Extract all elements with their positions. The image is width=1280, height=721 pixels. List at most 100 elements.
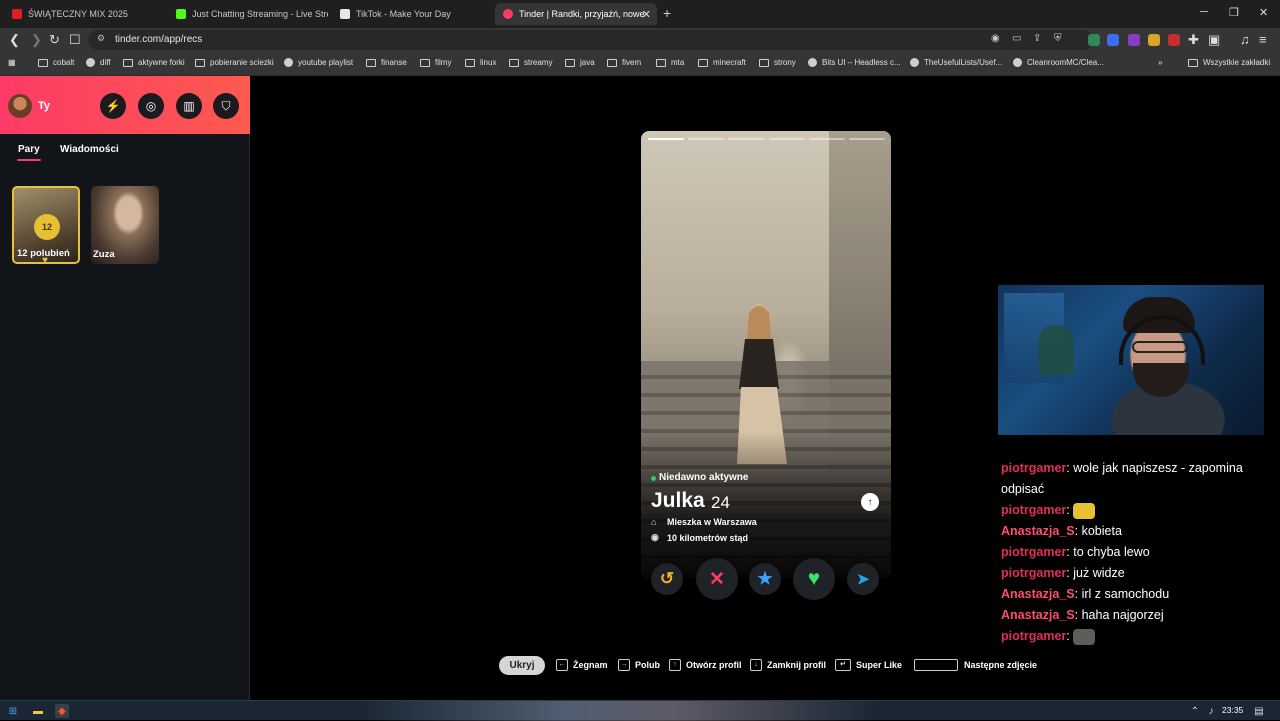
apps-icon[interactable]: ▦ xyxy=(8,58,16,67)
photo-progress-segment[interactable] xyxy=(848,138,886,140)
tray-expand-icon[interactable]: ⌃ xyxy=(1188,704,1202,718)
share-icon[interactable]: ⇪ xyxy=(1033,33,1041,44)
photo-progress-segment[interactable] xyxy=(808,138,845,140)
chat-username[interactable]: piotrgamer xyxy=(1001,503,1066,517)
url-text[interactable]: tinder.com/app/recs xyxy=(115,34,202,45)
forward-icon[interactable]: ❯ xyxy=(31,33,42,47)
bookmarks-overflow[interactable]: » xyxy=(1158,58,1162,67)
tab-messages[interactable]: Wiadomości xyxy=(60,144,119,155)
chat-message: piotrgamer: wole jak napiszesz - zapomin… xyxy=(1001,461,1243,475)
chat-username[interactable]: Anastazja_S xyxy=(1001,587,1075,601)
bookmark-item[interactable]: CleanroomMC/Clea... xyxy=(1013,58,1104,67)
bookmark-folder[interactable]: finanse xyxy=(366,58,407,67)
chat-text: irl z samochodu xyxy=(1081,587,1170,601)
bookmark-folder[interactable]: minecraft xyxy=(698,58,746,67)
shield-icon[interactable]: ⛨ xyxy=(1054,33,1062,44)
boost-button[interactable]: ➤ xyxy=(847,563,879,595)
bookmark-folder[interactable]: filmy xyxy=(420,58,451,67)
new-tab-button[interactable]: + xyxy=(663,5,671,21)
chat-text: to chyba lewo xyxy=(1073,545,1150,559)
media-icon[interactable]: ♫ xyxy=(1240,33,1250,47)
photo-progress-segment[interactable] xyxy=(648,138,685,140)
back-icon[interactable]: ❮ xyxy=(9,33,20,47)
photo-progress-segment[interactable] xyxy=(728,138,765,140)
bookmark-item[interactable]: Bits UI – Headless c... xyxy=(808,58,901,67)
file-explorer-icon[interactable]: ▬ xyxy=(31,704,45,718)
nope-button[interactable]: ✕ xyxy=(696,558,738,600)
profile-link[interactable]: Ty xyxy=(38,100,50,112)
extension-twitch-icon[interactable] xyxy=(1128,34,1140,46)
rewind-button[interactable]: ↺ xyxy=(651,563,683,595)
bookmark-folder[interactable]: linux xyxy=(465,58,496,67)
reload-icon[interactable]: ↻ xyxy=(49,33,60,47)
bookmark-item[interactable]: pobieranie sciezki xyxy=(195,58,274,67)
shortcut-super-like: ↵ Super Like xyxy=(835,659,902,671)
briefcase-icon[interactable]: ▥ xyxy=(176,93,202,119)
hide-shortcuts-button[interactable]: Ukryj xyxy=(499,656,545,675)
bookmark-folder[interactable]: strony xyxy=(759,58,796,67)
browser-tab-strip: ŚWIĄTECZNY MIX 2025 Just Chatting Stream… xyxy=(0,0,1280,28)
photo-progress-segment[interactable] xyxy=(688,138,725,140)
bookmark-folder[interactable]: mta xyxy=(656,58,684,67)
photo-progress-segment[interactable] xyxy=(768,138,805,140)
open-profile-button[interactable]: ↑ xyxy=(861,493,879,511)
browser-tab-active[interactable]: Tinder | Randki, przyjaźń, nowe z ✕ xyxy=(495,3,657,25)
chat-text: odpisać xyxy=(1001,482,1045,496)
match-card[interactable]: Zuza xyxy=(91,186,159,264)
notifications-icon[interactable]: ▤ xyxy=(1252,704,1266,718)
chat-username[interactable]: piotrgamer xyxy=(1001,566,1066,580)
safety-shield-icon[interactable]: ⛉ xyxy=(213,93,239,119)
folder-icon xyxy=(698,58,708,67)
close-window-button[interactable]: ✕ xyxy=(1259,6,1268,19)
bookmark-item[interactable]: aktywne forki xyxy=(123,58,185,67)
profile-age: 24 xyxy=(711,493,730,512)
folder-icon xyxy=(1188,58,1198,67)
bookmark-item[interactable]: cobalt xyxy=(38,58,74,67)
bookmark-item[interactable]: diff xyxy=(86,58,111,67)
restore-button[interactable]: ❐ xyxy=(1229,6,1239,19)
bookmark-folder[interactable]: fivem xyxy=(607,58,641,67)
location-icon[interactable]: ◉ xyxy=(991,33,1000,44)
close-tab-icon[interactable]: ✕ xyxy=(642,8,651,21)
folder-icon xyxy=(465,58,475,67)
chat-text: kobieta xyxy=(1081,524,1122,538)
like-button[interactable]: ♥ xyxy=(793,558,835,600)
tab-matches[interactable]: Pary xyxy=(18,144,40,155)
windows-start-icon[interactable]: ⊞ xyxy=(6,704,20,718)
menu-icon[interactable]: ≡ xyxy=(1259,33,1267,47)
bookmark-folder[interactable]: streamy xyxy=(509,58,552,67)
chat-username[interactable]: Anastazja_S xyxy=(1001,524,1075,538)
site-info-icon[interactable]: ⚙ xyxy=(97,33,105,44)
avatar[interactable] xyxy=(8,94,32,118)
bookmark-folder[interactable]: java xyxy=(565,58,595,67)
browser-toolbar: ❮ ❯ ↻ ☐ ⚙ tinder.com/app/recs ◉ ▭ ⇪ ⛨ ✚ … xyxy=(0,28,1280,52)
browser-tab[interactable]: ŚWIĄTECZNY MIX 2025 xyxy=(4,3,164,25)
chat-username[interactable]: piotrgamer xyxy=(1001,545,1066,559)
bookmark-icon[interactable]: ☐ xyxy=(69,33,81,47)
browser-tab[interactable]: TikTok - Make Your Day xyxy=(332,3,492,25)
browser-tab[interactable]: Just Chatting Streaming - Live Stream xyxy=(168,3,328,25)
minimize-button[interactable]: ─ xyxy=(1200,6,1208,18)
sidebar-icon[interactable]: ▣ xyxy=(1208,33,1220,47)
volume-icon[interactable]: ♪ xyxy=(1204,704,1218,718)
all-bookmarks[interactable]: Wszystkie zakładki xyxy=(1188,58,1270,67)
chat-username[interactable]: piotrgamer xyxy=(1001,461,1066,475)
extension-notes-icon[interactable] xyxy=(1148,34,1160,46)
chat-username[interactable]: piotrgamer xyxy=(1001,629,1066,643)
boost-icon[interactable]: ⚡ xyxy=(100,93,126,119)
bookmark-item[interactable]: TheUsefulLists/Usef... xyxy=(910,58,1002,67)
likes-you-card[interactable]: 12 12 polubień ♥ xyxy=(12,186,80,264)
profile-card[interactable]: Niedawno aktywne Julka 24 ↑ ⌂ Mieszka w … xyxy=(641,131,891,578)
brave-browser-icon[interactable]: ◆ xyxy=(55,704,69,718)
super-like-button[interactable]: ★ xyxy=(749,563,781,595)
cast-icon[interactable]: ▭ xyxy=(1012,33,1021,44)
chat-username[interactable]: Anastazja_S xyxy=(1001,608,1075,622)
address-bar[interactable]: ⚙ tinder.com/app/recs ◉ ▭ ⇪ ⛨ xyxy=(88,30,1093,50)
bookmark-item[interactable]: youtube playlist xyxy=(284,58,353,67)
explore-icon[interactable]: ◎ xyxy=(138,93,164,119)
extension-audio-icon[interactable] xyxy=(1107,34,1119,46)
extension-pen-icon[interactable] xyxy=(1168,34,1180,46)
send-icon: ➤ xyxy=(856,571,870,588)
extension-check-icon[interactable] xyxy=(1088,34,1100,46)
extensions-icon[interactable]: ✚ xyxy=(1188,33,1199,47)
